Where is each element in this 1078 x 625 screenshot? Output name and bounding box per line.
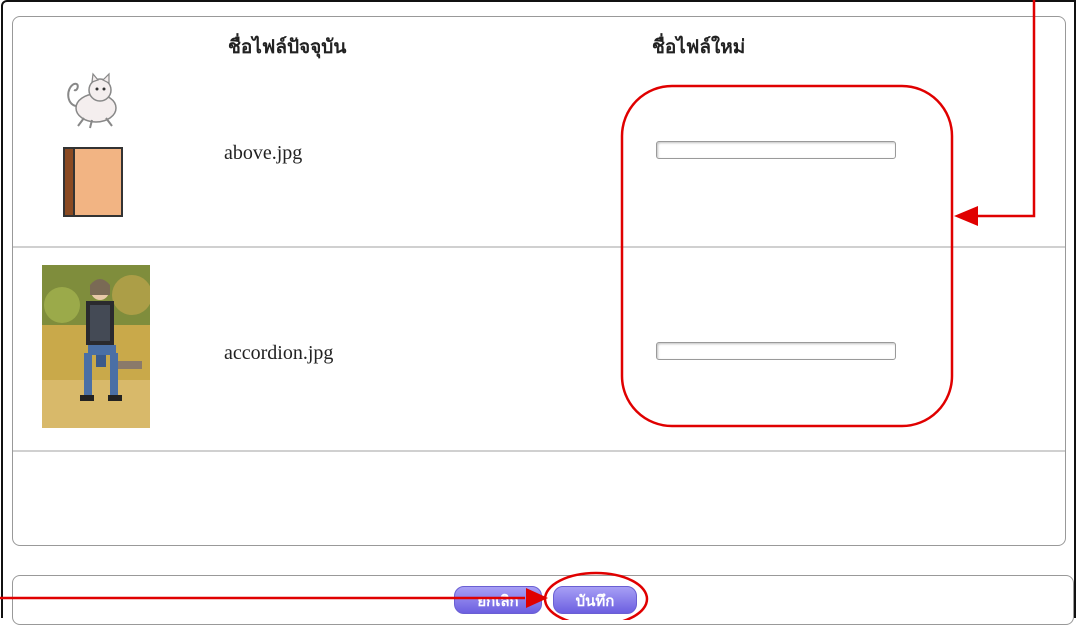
row-divider (13, 450, 1065, 452)
new-filename-input[interactable] (656, 141, 896, 159)
new-filename-input[interactable] (656, 342, 896, 360)
cat-thumbnail-icon (67, 72, 117, 129)
current-filename: accordion.jpg (224, 342, 334, 364)
book-thumbnail-icon (63, 147, 123, 217)
current-filename: above.jpg (224, 142, 303, 164)
header-current-filename: ชื่อไฟล์ปัจจุบัน (228, 36, 347, 58)
action-bar (12, 575, 1074, 625)
cancel-button[interactable]: ยกเลิก (454, 586, 542, 614)
row-divider (13, 246, 1065, 248)
header-new-filename: ชื่อไฟล์ใหม่ (652, 36, 746, 58)
save-button[interactable]: บันทึก (553, 586, 637, 614)
file-rename-panel (12, 16, 1066, 546)
accordion-photo-thumbnail (42, 265, 150, 428)
